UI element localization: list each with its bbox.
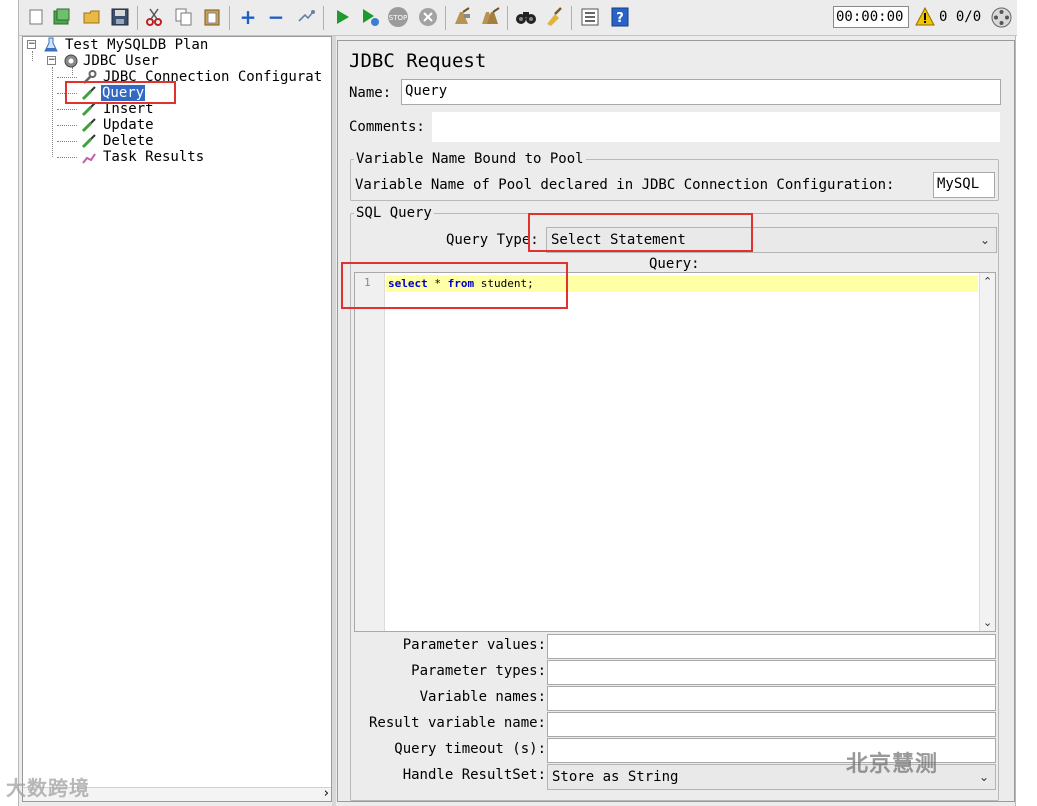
shutdown-icon — [417, 6, 439, 28]
new-icon[interactable] — [25, 6, 47, 28]
comments-label: Comments: — [349, 119, 425, 135]
result-variable-label: Result variable name: — [368, 715, 546, 731]
watermark-right: 北京慧测 — [846, 752, 939, 777]
flask-icon — [43, 37, 59, 53]
tree-label: Update — [103, 117, 154, 133]
tree-label: Delete — [103, 133, 154, 149]
page-title: JDBC Request — [349, 50, 487, 72]
code-text: * — [427, 277, 448, 290]
clear-all-icon[interactable] — [479, 6, 501, 28]
query-type-value: Select Statement — [551, 232, 686, 248]
warning-count: 0 — [939, 9, 948, 25]
tree-label: Task Results — [103, 149, 205, 165]
param-types-label: Parameter types: — [411, 663, 546, 679]
pipette-icon — [81, 117, 97, 133]
code-keyword: select — [388, 277, 428, 290]
status-counts: 0 0/0 — [939, 9, 981, 25]
tree-label: Test MySQLDB Plan — [65, 37, 209, 53]
code-line[interactable]: select * from student; — [386, 275, 978, 292]
group-title: SQL Query — [354, 204, 434, 222]
tree-label-selected: Query — [101, 85, 146, 101]
scroll-down-icon[interactable]: ⌄ — [983, 616, 992, 629]
svg-text:STOP: STOP — [389, 14, 407, 22]
tree-label: Insert — [103, 101, 154, 117]
pipette-icon — [81, 101, 97, 117]
variable-names-field[interactable] — [547, 686, 996, 711]
svg-text:?: ? — [616, 11, 624, 26]
watermark-left: 大数跨境 — [6, 776, 90, 800]
pool-field[interactable]: MySQL — [933, 172, 995, 198]
chevron-down-icon: ⌄ — [979, 233, 990, 247]
sql-editor[interactable]: 1 select * from student; ⌃ ⌄ — [354, 272, 996, 632]
pool-group: Variable Name Bound to Pool Variable Nam… — [350, 150, 999, 201]
chevron-down-icon: ⌄ — [978, 770, 989, 784]
wrench-icon — [81, 69, 97, 85]
jdbc-request-panel: JDBC Request Name: Query Comments: Varia… — [337, 40, 1015, 802]
collapse-icon[interactable]: − — [265, 6, 287, 28]
code-text: student; — [474, 277, 534, 290]
stop-icon: STOP — [387, 6, 409, 28]
param-label-row: Handle ResultSet: — [354, 763, 546, 789]
scroll-right-icon[interactable]: › — [324, 786, 329, 801]
remote-status-icon[interactable] — [991, 7, 1012, 28]
start-icon[interactable] — [331, 6, 353, 28]
open-icon[interactable] — [81, 6, 103, 28]
clear-icon[interactable] — [451, 6, 473, 28]
function-helper-icon[interactable] — [579, 6, 601, 28]
test-plan-tree: − Test MySQLDB Plan − JDBC User JDBC Con… — [22, 36, 332, 802]
thread-count: 0/0 — [955, 9, 982, 25]
pool-label: Variable Name of Pool declared in JDBC C… — [355, 177, 895, 193]
gear-icon — [63, 53, 79, 69]
copy-icon[interactable] — [173, 6, 195, 28]
toolbar: + − STOP ? 00:00:00 0 0/0 — [19, 0, 1017, 36]
templates-icon[interactable] — [51, 6, 73, 28]
query-type-label: Query Type: — [446, 232, 539, 248]
query-label: Query: — [649, 256, 700, 272]
group-title: Variable Name Bound to Pool — [354, 150, 586, 168]
scroll-up-icon[interactable]: ⌃ — [983, 275, 992, 288]
comments-field[interactable] — [431, 111, 1001, 143]
param-types-field[interactable] — [547, 660, 996, 685]
code-keyword: from — [447, 277, 475, 290]
query-type-select[interactable]: Select Statement ⌄ — [546, 227, 997, 253]
vertical-scrollbar[interactable]: ⌃ ⌄ — [979, 273, 995, 631]
graph-icon — [81, 149, 97, 165]
tree-label: JDBC Connection Configurat — [103, 69, 323, 85]
param-values-label: Parameter values: — [402, 637, 546, 653]
pipette-icon — [81, 85, 97, 101]
help-icon[interactable]: ? — [609, 6, 631, 28]
result-variable-field[interactable] — [547, 712, 996, 737]
cut-icon[interactable] — [143, 6, 165, 28]
query-timeout-label: Query timeout (s): — [394, 741, 546, 757]
collapse-toggle[interactable]: − — [27, 40, 36, 49]
toggle-icon[interactable] — [295, 6, 317, 28]
name-field[interactable]: Query — [401, 79, 1001, 105]
pane-splitter[interactable] — [332, 36, 336, 806]
save-icon[interactable] — [109, 6, 131, 28]
param-label-row: Result variable name: — [354, 711, 546, 737]
paste-icon[interactable] — [201, 6, 223, 28]
line-gutter: 1 — [355, 273, 385, 631]
expand-icon[interactable]: + — [237, 6, 259, 28]
param-label-row: Parameter values: — [354, 633, 546, 659]
tree-label: JDBC User — [83, 53, 159, 69]
variable-names-label: Variable names: — [419, 689, 546, 705]
reset-search-icon[interactable] — [543, 6, 565, 28]
elapsed-time: 00:00:00 — [833, 6, 909, 28]
param-values-field[interactable] — [547, 634, 996, 659]
param-label-row: Parameter types: — [354, 659, 546, 685]
name-label: Name: — [349, 85, 392, 101]
start-no-pauses-icon[interactable] — [359, 6, 381, 28]
param-label-row: Variable names: — [354, 685, 546, 711]
collapse-toggle[interactable]: − — [47, 56, 56, 65]
warning-icon[interactable] — [915, 6, 935, 27]
search-icon[interactable] — [515, 6, 537, 28]
handle-resultset-label: Handle ResultSet: — [402, 767, 546, 783]
param-label-row: Query timeout (s): — [354, 737, 546, 763]
pipette-icon — [81, 133, 97, 149]
line-number: 1 — [364, 276, 371, 289]
jmeter-window: + − STOP ? 00:00:00 0 0/0 − Test MySQLDB… — [18, 0, 1017, 806]
handle-resultset-value: Store as String — [552, 769, 679, 785]
